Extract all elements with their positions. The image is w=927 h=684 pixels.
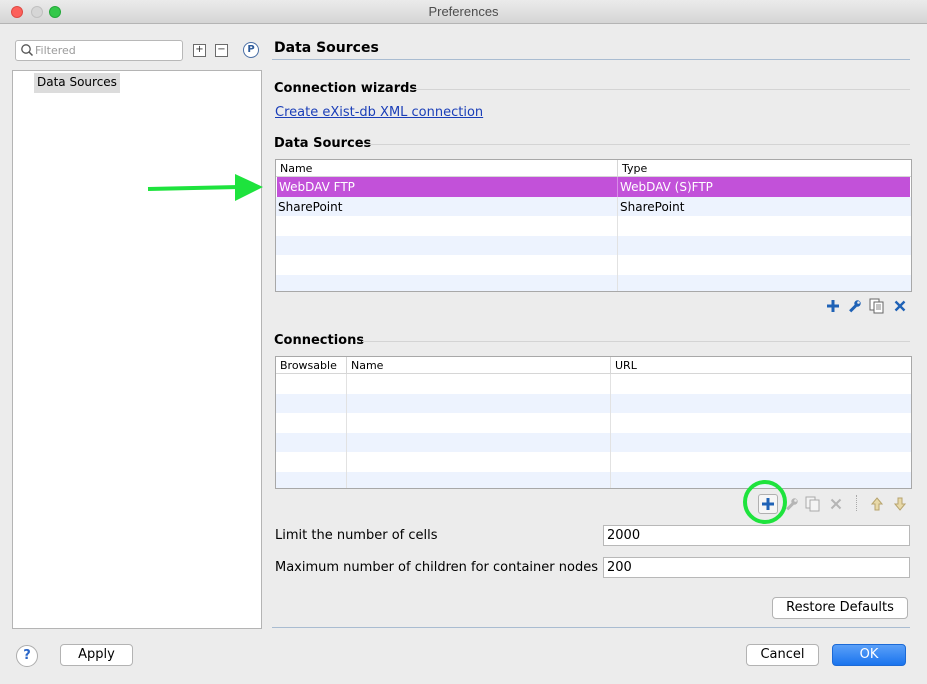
cell-name: WebDAV FTP — [277, 177, 618, 197]
empty-row — [276, 216, 911, 236]
cancel-button[interactable]: Cancel — [746, 644, 819, 666]
move-down-button[interactable] — [891, 495, 909, 513]
empty-row — [276, 235, 911, 255]
section-divider — [362, 341, 910, 342]
create-exist-db-connection-link[interactable]: Create eXist-db XML connection — [275, 105, 483, 120]
delete-data-source-button[interactable] — [891, 297, 909, 315]
empty-row — [276, 374, 911, 394]
table-row[interactable]: WebDAV FTP WebDAV (S)FTP — [277, 177, 910, 197]
toolbar-separator — [856, 495, 857, 511]
column-header-name[interactable]: Name — [276, 160, 618, 177]
annotation-arrow-icon — [147, 174, 263, 201]
table-row[interactable]: SharePoint SharePoint — [276, 196, 911, 216]
duplicate-data-source-button[interactable] — [868, 297, 886, 315]
plus-icon — [827, 300, 839, 312]
section-divider — [414, 89, 910, 90]
duplicate-connection-button[interactable] — [804, 495, 822, 513]
window-title: Preferences — [428, 4, 499, 19]
connections-table[interactable]: Browsable Name URL — [275, 356, 912, 489]
max-children-label: Maximum number of children for container… — [275, 560, 598, 575]
filter-input[interactable] — [35, 42, 179, 59]
column-header-browsable[interactable]: Browsable — [276, 357, 347, 374]
cell-name: SharePoint — [276, 196, 618, 216]
empty-row — [276, 432, 911, 452]
move-up-button[interactable] — [868, 495, 886, 513]
copy-icon — [869, 298, 884, 314]
title-divider — [272, 59, 910, 60]
limit-cells-input[interactable] — [603, 525, 910, 546]
column-header-url[interactable]: URL — [611, 357, 911, 374]
preferences-tree[interactable]: Data Sources — [12, 70, 262, 629]
data-sources-label: Data Sources — [274, 136, 372, 151]
section-divider — [366, 144, 910, 145]
delete-icon — [894, 300, 906, 312]
table-header: Name Type — [276, 160, 911, 177]
arrow-down-icon — [894, 497, 906, 511]
filter-field[interactable] — [15, 40, 183, 61]
max-children-input[interactable] — [603, 557, 910, 578]
expand-all-icon[interactable]: + — [193, 44, 206, 57]
ok-button[interactable]: OK — [832, 644, 906, 666]
empty-row — [276, 471, 911, 488]
apply-button[interactable]: Apply — [60, 644, 133, 666]
search-icon — [21, 44, 34, 57]
restore-defaults-button[interactable]: Restore Defaults — [772, 597, 908, 619]
wrench-icon — [786, 498, 798, 511]
connections-label: Connections — [274, 333, 365, 348]
help-button[interactable]: ? — [16, 645, 38, 667]
edit-data-source-button[interactable] — [846, 297, 864, 315]
collapse-all-icon[interactable]: − — [215, 44, 228, 57]
title-bar: Preferences — [0, 0, 927, 24]
annotation-circle — [743, 480, 787, 524]
empty-row — [276, 413, 911, 433]
arrow-up-icon — [871, 497, 883, 511]
project-options-icon[interactable]: P — [243, 42, 259, 58]
column-header-name[interactable]: Name — [347, 357, 611, 374]
empty-row — [276, 452, 911, 472]
cell-type: SharePoint — [620, 199, 685, 214]
wrench-icon — [849, 300, 861, 313]
tree-item-data-sources[interactable]: Data Sources — [34, 73, 120, 93]
data-sources-table[interactable]: Name Type WebDAV FTP WebDAV (S)FTP Share… — [275, 159, 912, 292]
cell-type: WebDAV (S)FTP — [620, 180, 713, 194]
empty-row — [276, 393, 911, 413]
column-header-type[interactable]: Type — [618, 160, 911, 177]
table-header: Browsable Name URL — [276, 357, 911, 374]
edit-connection-button[interactable] — [783, 495, 801, 513]
connection-wizards-label: Connection wizards — [274, 81, 418, 96]
add-data-source-button[interactable] — [824, 297, 842, 315]
empty-row — [276, 255, 911, 275]
copy-icon — [805, 496, 820, 512]
page-title: Data Sources — [274, 40, 379, 56]
empty-row — [276, 274, 911, 291]
delete-connection-button[interactable] — [827, 495, 845, 513]
bottom-divider — [272, 627, 910, 628]
limit-cells-label: Limit the number of cells — [275, 528, 438, 543]
delete-icon — [830, 498, 842, 510]
